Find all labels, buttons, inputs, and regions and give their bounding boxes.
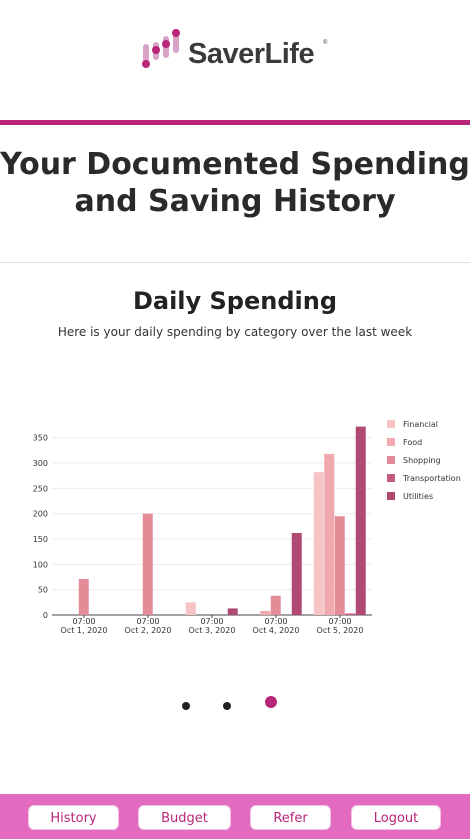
x-tick-label-date: Oct 3, 2020 — [189, 626, 236, 635]
carousel-pagination — [0, 693, 470, 713]
brand-name: SaverLife — [188, 38, 315, 70]
y-tick-label: 250 — [33, 484, 48, 493]
daily-spending-chart: 0 50 100 150 200 250 300 350 07:00 Oct 1, 2020 07:… — [0, 405, 470, 645]
history-button[interactable]: History — [28, 805, 119, 830]
bar-utilities-4 — [291, 532, 302, 615]
logout-button[interactable]: Logout — [351, 805, 441, 830]
header-accent-bar — [0, 120, 470, 125]
legend-swatch-transportation — [387, 474, 395, 482]
bar-shopping-5 — [334, 516, 345, 615]
y-tick-label: 0 — [43, 611, 48, 620]
legend-label-financial: Financial — [403, 420, 438, 429]
refer-button[interactable]: Refer — [250, 805, 331, 830]
legend-swatch-utilities — [387, 492, 395, 500]
bar-food-5 — [324, 453, 335, 615]
carousel-dot-3-active[interactable] — [265, 696, 277, 708]
legend-label-shopping: Shopping — [403, 456, 441, 465]
x-tick-label-date: Oct 1, 2020 — [61, 626, 108, 635]
bar-utilities-5 — [355, 426, 366, 615]
x-tick-label-date: Oct 4, 2020 — [253, 626, 300, 635]
footer-nav: History Budget Refer Logout — [0, 794, 470, 839]
page-title: Your Documented Spending and Saving Hist… — [0, 147, 470, 219]
y-tick-label: 350 — [33, 434, 48, 443]
budget-button[interactable]: Budget — [138, 805, 231, 830]
bar-transportation-5 — [345, 613, 356, 615]
saverlife-logo-icon — [142, 29, 180, 68]
x-tick-label-time: 07:00 — [328, 617, 351, 626]
section-divider — [0, 262, 470, 263]
bar-food-4 — [260, 610, 271, 615]
section-title: Daily Spending — [132, 287, 338, 315]
legend-swatch-shopping — [387, 456, 395, 464]
x-tick-label-date: Oct 2, 2020 — [125, 626, 172, 635]
x-tick-label-date: Oct 5, 2020 — [317, 626, 364, 635]
y-tick-label: 50 — [38, 586, 48, 595]
x-tick-label-time: 07:00 — [264, 617, 287, 626]
legend-label-utilities: Utilities — [403, 492, 433, 501]
y-tick-label: 150 — [33, 535, 48, 544]
chart-svg: 05010015020025030035007:00Oct 1, 202007:… — [33, 420, 461, 635]
x-tick-label-time: 07:00 — [136, 617, 159, 626]
bar-shopping-1 — [78, 579, 89, 615]
bar-utilities-3 — [227, 608, 238, 615]
carousel-dot-1[interactable] — [182, 702, 190, 710]
legend-label-food: Food — [403, 438, 422, 447]
bar-financial-5 — [313, 472, 324, 615]
registered-mark: ® — [323, 40, 328, 46]
x-tick-label-time: 07:00 — [200, 617, 223, 626]
bar-shopping-2 — [142, 513, 153, 615]
section-subtitle: Here is your daily spending by category … — [57, 325, 413, 339]
bar-shopping-4 — [270, 595, 281, 615]
legend-label-transportation: Transportation — [402, 474, 461, 483]
saverlife-logo: SaverLife ® — [140, 28, 340, 76]
y-tick-label: 300 — [33, 459, 48, 468]
legend-swatch-financial — [387, 420, 395, 428]
y-tick-label: 200 — [33, 510, 48, 519]
x-tick-label-time: 07:00 — [72, 617, 95, 626]
legend-swatch-food — [387, 438, 395, 446]
y-tick-label: 100 — [33, 560, 48, 569]
bar-financial-3 — [185, 602, 196, 615]
carousel-dot-2[interactable] — [223, 702, 231, 710]
